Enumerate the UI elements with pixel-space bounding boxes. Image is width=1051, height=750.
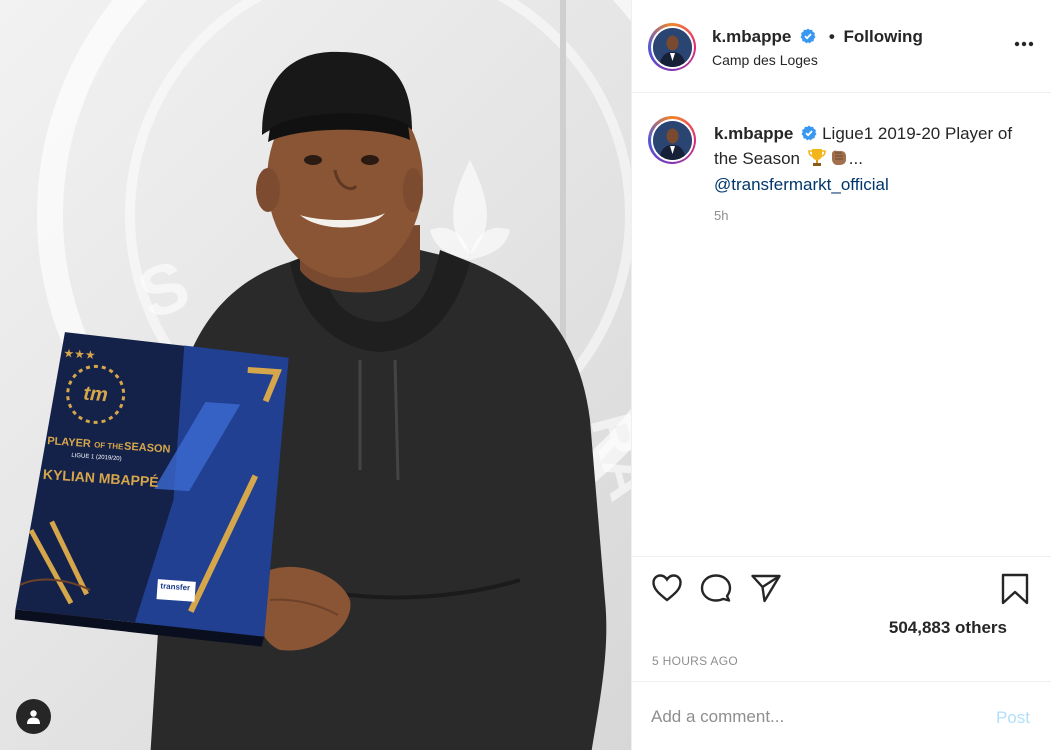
avatar-image xyxy=(652,120,692,160)
likes-count[interactable]: 504,883 others xyxy=(889,618,1007,638)
trophy-emoji xyxy=(807,147,827,173)
caption-ellipsis: ... xyxy=(848,149,863,168)
photo-scene: S RA tm ★★★ PLAYER OF THE SEASON LIGUE 1… xyxy=(14,0,631,750)
tagged-users-button[interactable] xyxy=(16,699,51,734)
comment-button[interactable] xyxy=(700,573,732,608)
svg-text:S: S xyxy=(128,245,199,334)
avatar-image xyxy=(652,27,692,67)
post-actions: 504,883 others 5 HOURS AGO xyxy=(632,556,1051,680)
more-options-icon xyxy=(1014,41,1034,47)
plaque-sponsor-line2: markt xyxy=(164,593,184,601)
caption-avatar[interactable] xyxy=(648,116,696,164)
location-link[interactable]: Camp des Loges xyxy=(712,52,818,68)
post-header: k.mbappe • Following Camp des Loges xyxy=(632,0,1051,93)
heart-icon xyxy=(652,574,682,602)
header-username[interactable]: k.mbappe xyxy=(712,27,791,46)
comment-icon xyxy=(700,574,732,602)
plaque-logo: tm xyxy=(83,383,109,407)
avatar[interactable] xyxy=(648,23,696,71)
verified-badge-icon xyxy=(800,28,816,49)
comment-bar: Post xyxy=(632,681,1051,750)
svg-text:★★★: ★★★ xyxy=(63,346,96,362)
more-options-button[interactable] xyxy=(1014,34,1034,52)
caption-username[interactable]: k.mbappe xyxy=(714,124,793,143)
user-tag-icon xyxy=(27,710,40,724)
post-timestamp[interactable]: 5 HOURS AGO xyxy=(652,654,738,668)
fist-emoji xyxy=(829,147,849,173)
post-comment-button[interactable]: Post xyxy=(996,708,1030,728)
share-button[interactable] xyxy=(750,573,782,608)
mention-link[interactable]: @transfermarkt_official xyxy=(714,175,889,194)
post-detail-panel: k.mbappe • Following Camp des Loges k.mb… xyxy=(631,0,1051,750)
save-button[interactable] xyxy=(1000,573,1030,610)
post-caption: k.mbappe Ligue1 2019-20 Player of the Se… xyxy=(714,122,1029,196)
paper-plane-icon xyxy=(751,574,781,603)
verified-badge-icon xyxy=(801,124,817,147)
comment-input[interactable] xyxy=(651,704,971,730)
separator-dot: • xyxy=(828,27,835,46)
post-photo[interactable]: S RA tm ★★★ PLAYER OF THE SEASON LIGUE 1… xyxy=(0,0,631,750)
bookmark-icon xyxy=(1001,573,1029,605)
like-button[interactable] xyxy=(651,573,683,608)
caption-timestamp[interactable]: 5h xyxy=(714,208,728,223)
following-button[interactable]: Following xyxy=(844,27,923,46)
